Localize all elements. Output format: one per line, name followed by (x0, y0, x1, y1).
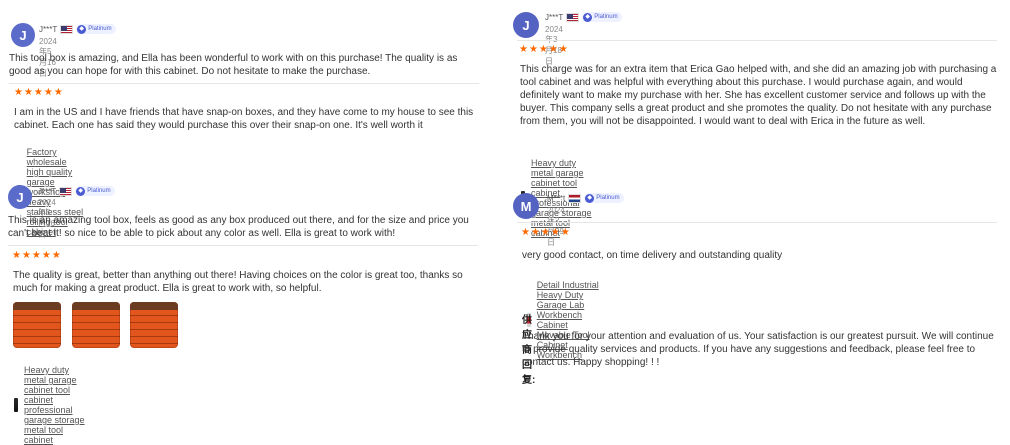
username: J***T (545, 12, 564, 22)
review-photo-3[interactable] (130, 302, 178, 348)
user-info: J***T ◆ Platinum (39, 24, 116, 34)
username: J***T (38, 186, 57, 196)
product-thumbnail[interactable] (14, 398, 18, 412)
platinum-badge: ◆ Platinum (75, 186, 115, 196)
diamond-icon: ◆ (583, 12, 593, 22)
diamond-icon: ◆ (77, 24, 87, 34)
star-rating: ★★★★★ (521, 227, 571, 238)
platinum-badge: ◆ Platinum (582, 12, 622, 22)
product-link-row[interactable]: Heavy duty metal garage cabinet tool cab… (14, 365, 91, 445)
supplier-reply-text: Thank you for your attention and evaluat… (522, 331, 994, 368)
avatar: M (513, 193, 539, 219)
us-flag-icon (566, 12, 580, 22)
avatar: J (8, 185, 32, 209)
review-product-text: very good contact, on time delivery and … (522, 250, 783, 261)
review-overall-text: This tool box is amazing, and Ella has b… (9, 53, 458, 77)
star-rating: ★★★★★ (12, 250, 62, 261)
review-photo-2[interactable] (72, 302, 120, 348)
divider (9, 83, 479, 84)
netherlands-flag-icon (568, 193, 582, 203)
user-info: J***T ◆ Platinum (38, 186, 115, 196)
review-product-text: I am in the US and I have friends that h… (14, 107, 474, 131)
username: M***t (547, 193, 566, 203)
divider (517, 40, 997, 41)
review-product-text: The quality is great, better than anythi… (13, 270, 463, 294)
avatar: J (513, 12, 539, 38)
review-photo-1[interactable] (13, 302, 61, 348)
username: J***T (39, 24, 58, 34)
us-flag-icon (59, 186, 73, 196)
platinum-badge: ◆ Platinum (76, 24, 116, 34)
platinum-badge: ◆ Platinum (584, 193, 624, 203)
star-rating: ★★★★★ (14, 87, 64, 98)
review-overall-text: This is an amazing tool box, feels as go… (8, 215, 469, 239)
review-product-text: This charge was for an extra item that E… (520, 64, 997, 127)
divider (8, 245, 478, 246)
user-info: J***T ◆ Platinum (545, 12, 622, 22)
avatar: J (11, 23, 35, 47)
diamond-icon: ◆ (585, 193, 595, 203)
diamond-icon: ◆ (76, 186, 86, 196)
product-link[interactable]: Heavy duty metal garage cabinet tool cab… (24, 365, 91, 445)
us-flag-icon (60, 24, 74, 34)
star-rating: ★★★★★ (519, 44, 569, 55)
user-info: M***t ◆ Platinum (547, 193, 624, 203)
divider (517, 222, 997, 223)
